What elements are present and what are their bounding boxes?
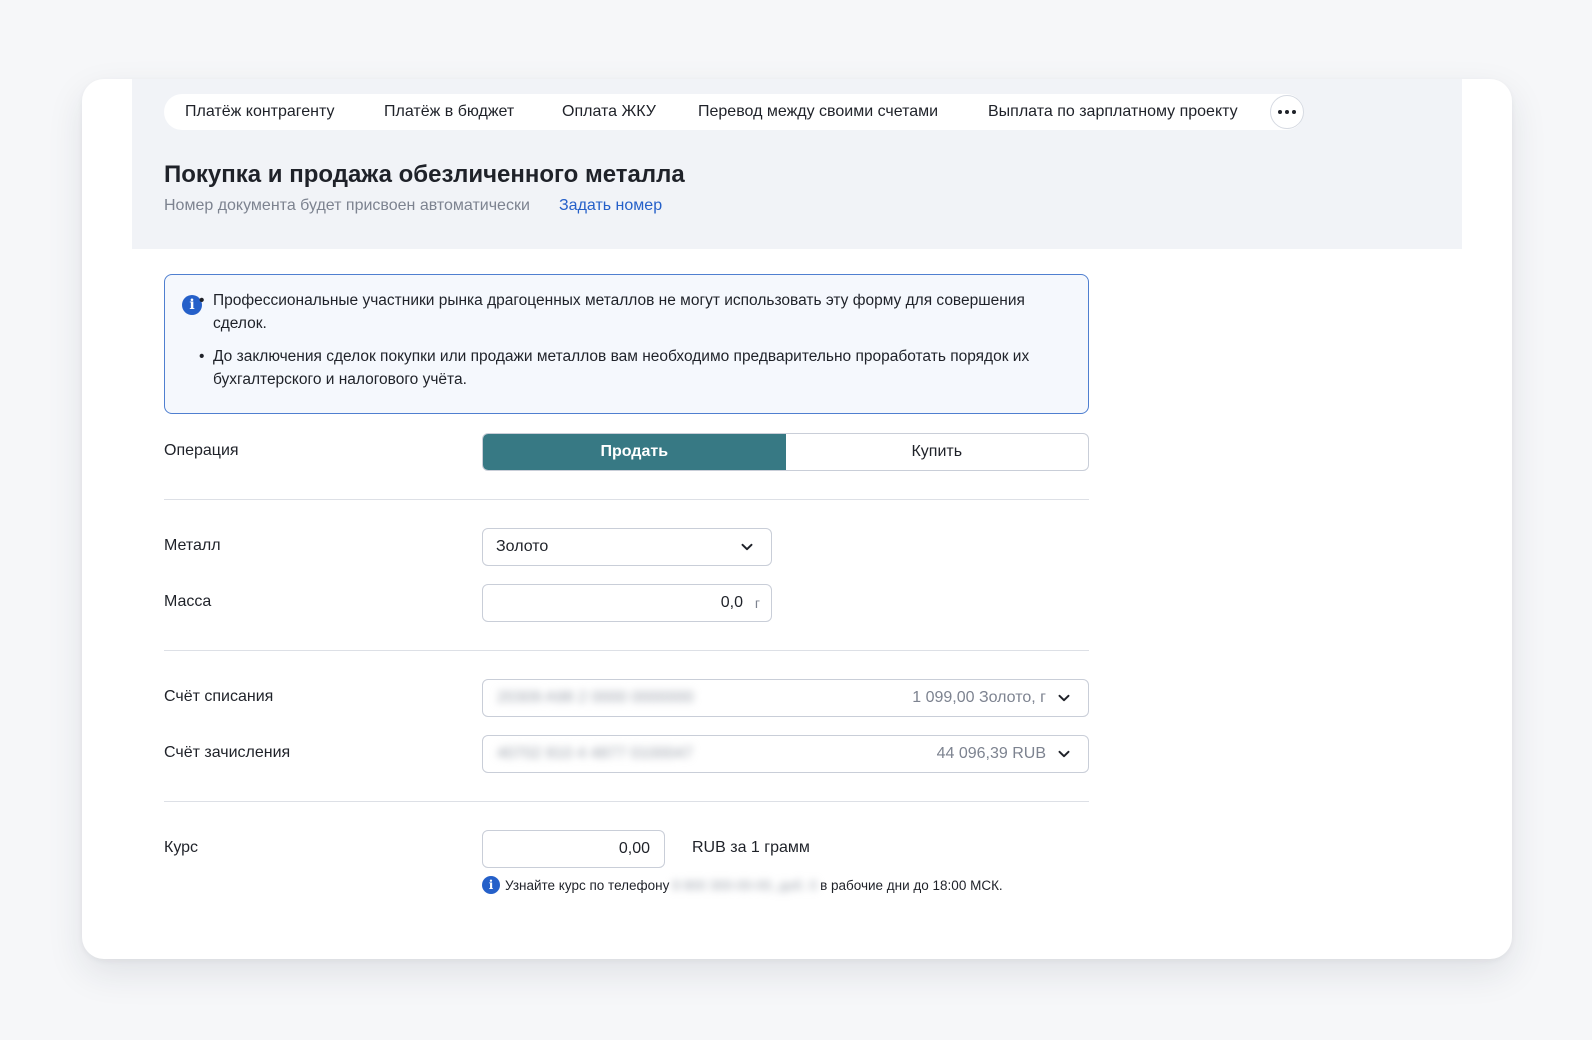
rate-hint-text: Узнайте курс по телефону [505, 877, 670, 893]
credit-account-balance: 44 096,39 RUB [936, 745, 1046, 762]
notice-item: • До заключения сделок покупки или прода… [199, 348, 1030, 388]
tab-own-accounts-transfer[interactable]: Перевод между своими счетами [698, 94, 938, 130]
notice-item: • Профессиональные участники рынка драго… [199, 292, 1025, 332]
info-icon: i [482, 876, 500, 894]
tab-utilities-payment[interactable]: Оплата ЖКУ [562, 94, 656, 130]
mass-value: 0,0 [720, 594, 743, 611]
mass-label: Масса [164, 593, 212, 610]
chevron-down-icon [1058, 750, 1070, 758]
credit-account-select[interactable]: 40702 810 4 4877 0100047 44 096,39 RUB [482, 735, 1089, 773]
credit-account-label: Счёт зачисления [164, 744, 291, 761]
operation-label: Операция [164, 442, 239, 459]
info-notice: i • Профессиональные участники рынка дра… [164, 274, 1089, 414]
tab-salary-project-payout[interactable]: Выплата по зарплатному проекту [988, 94, 1238, 130]
debit-account-number: 20309 A98 2 0000 0000000 [497, 689, 694, 706]
divider [164, 499, 1089, 500]
chevron-down-icon [1058, 694, 1070, 702]
chevron-down-icon [741, 543, 753, 551]
rate-unit: RUB за 1 грамм [692, 839, 810, 856]
page-header: Платёж контрагенту Платёж в бюджет Оплат… [132, 79, 1462, 249]
rate-value: 0,00 [618, 840, 650, 857]
operation-toggle: Продать Купить [482, 433, 1089, 471]
mass-input[interactable]: 0,0 г [482, 584, 772, 622]
debit-account-label: Счёт списания [164, 688, 274, 705]
metal-value: Золото [496, 538, 549, 555]
divider [164, 650, 1089, 651]
debit-account-select[interactable]: 20309 A98 2 0000 0000000 1 099,00 Золото… [482, 679, 1089, 717]
rate-hint: i Узнайте курс по телефону 8 800 300-00-… [482, 876, 1003, 894]
more-tabs-button[interactable] [1270, 95, 1304, 129]
buy-button[interactable]: Купить [786, 434, 1089, 470]
rate-hint-text-end: в рабочие дни до 18:00 МСК. [820, 877, 1003, 893]
document-number-note: Номер документа будет присвоен автоматич… [164, 197, 530, 214]
page-title: Покупка и продажа обезличенного металла [164, 161, 685, 188]
metal-select[interactable]: Золото [482, 528, 772, 566]
debit-account-balance: 1 099,00 Золото, г [912, 689, 1046, 706]
rate-hint-phone: 8 800 300-00-00, доб. 0 [672, 877, 818, 893]
sell-button[interactable]: Продать [483, 434, 786, 470]
rate-label: Курс [164, 839, 199, 856]
set-number-link[interactable]: Задать номер [559, 197, 662, 215]
metal-label: Металл [164, 537, 221, 554]
rate-input[interactable]: 0,00 [482, 830, 665, 868]
mass-unit: г [754, 595, 760, 611]
ellipsis-icon [1278, 110, 1296, 114]
tab-budget-payment[interactable]: Платёж в бюджет [384, 94, 514, 130]
credit-account-number: 40702 810 4 4877 0100047 [497, 745, 693, 762]
divider [164, 801, 1089, 802]
payment-type-tabs: Платёж контрагенту Платёж в бюджет Оплат… [164, 94, 1304, 130]
main-card: Платёж контрагенту Платёж в бюджет Оплат… [82, 79, 1512, 959]
tab-counterparty-payment[interactable]: Платёж контрагенту [185, 94, 335, 130]
